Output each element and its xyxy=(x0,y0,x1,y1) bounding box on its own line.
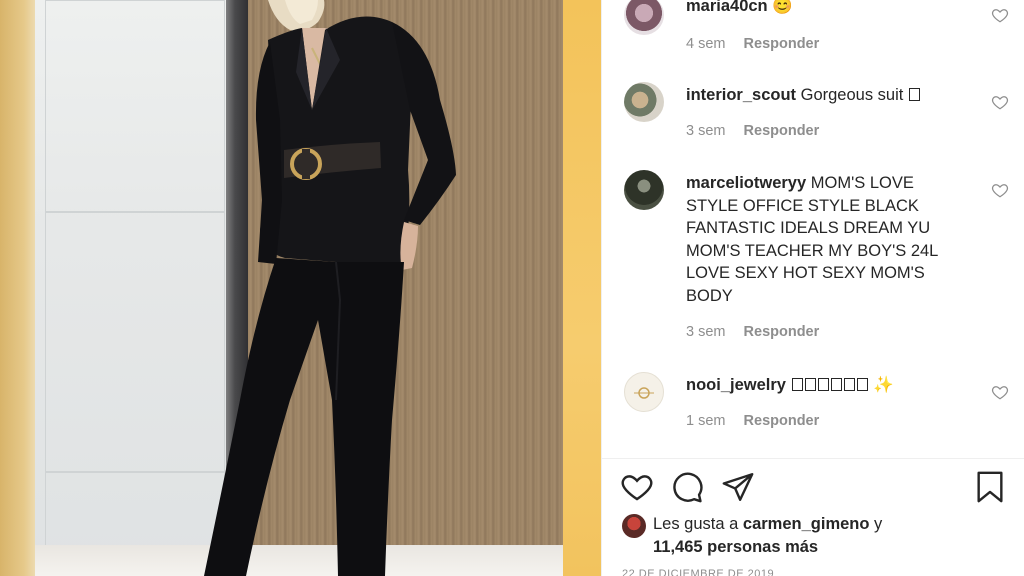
reply-button[interactable]: Responder xyxy=(744,123,820,139)
likes-suffix: y xyxy=(874,515,883,533)
sparkles-emoji: ✨ xyxy=(873,376,894,394)
post-side-panel: maria40cn 😊 4 sem Responder interior_sco… xyxy=(601,0,1024,576)
avatar[interactable] xyxy=(624,372,664,412)
comment-username[interactable]: nooi_jewelry xyxy=(686,376,786,394)
comments-list[interactable]: maria40cn 😊 4 sem Responder interior_sco… xyxy=(602,0,1024,458)
avatar[interactable] xyxy=(624,82,664,122)
like-comment-heart-icon[interactable] xyxy=(991,181,1009,199)
section-divider xyxy=(602,458,1024,459)
post-date[interactable]: 22 DE DICIEMBRE DE 2019 xyxy=(622,568,774,576)
avatar[interactable] xyxy=(624,170,664,210)
comment-text: Gorgeous suit xyxy=(800,86,904,104)
comment-glyphs xyxy=(791,376,874,394)
reply-button[interactable]: Responder xyxy=(744,324,820,340)
post-actions-bar xyxy=(602,470,1024,506)
liker-username[interactable]: carmen_gimeno xyxy=(743,515,870,533)
comment-username[interactable]: maria40cn xyxy=(686,0,768,15)
jewelry-logo-icon xyxy=(634,387,654,399)
comment-text: MOM'S LOVE STYLE OFFICE STYLE BLACK FANT… xyxy=(686,174,938,305)
comment-item: nooi_jewelry ✨ 1 sem Responder xyxy=(602,372,1024,442)
likes-count[interactable]: 11,465 personas más xyxy=(653,536,818,559)
like-comment-heart-icon[interactable] xyxy=(991,6,1009,24)
likes-prefix: Les gusta a xyxy=(653,515,739,533)
comment-time[interactable]: 1 sem xyxy=(686,413,726,429)
post-photo[interactable] xyxy=(0,0,601,576)
comment-text: 😊 xyxy=(772,0,793,15)
comment-username[interactable]: marceliotweryy xyxy=(686,174,806,192)
share-icon[interactable] xyxy=(721,470,755,504)
comment-username[interactable]: interior_scout xyxy=(686,86,796,104)
bookmark-icon[interactable] xyxy=(973,470,1007,504)
reply-button[interactable]: Responder xyxy=(744,36,820,52)
model-figure xyxy=(204,0,456,576)
like-comment-heart-icon[interactable] xyxy=(991,383,1009,401)
comment-icon[interactable] xyxy=(670,470,704,504)
heart-icon[interactable] xyxy=(620,470,654,504)
like-comment-heart-icon[interactable] xyxy=(991,93,1009,111)
comment-item: maria40cn 😊 4 sem Responder xyxy=(602,0,1024,70)
reply-button[interactable]: Responder xyxy=(744,413,820,429)
comment-time[interactable]: 3 sem xyxy=(686,324,726,340)
comment-time[interactable]: 4 sem xyxy=(686,36,726,52)
comment-time[interactable]: 3 sem xyxy=(686,123,726,139)
unrendered-glyph xyxy=(908,88,920,101)
comment-item: marceliotweryy MOM'S LOVE STYLE OFFICE S… xyxy=(602,170,1024,360)
liker-avatar[interactable] xyxy=(622,514,646,538)
comment-item: interior_scout Gorgeous suit 3 sem Respo… xyxy=(602,82,1024,162)
avatar[interactable] xyxy=(624,0,664,35)
